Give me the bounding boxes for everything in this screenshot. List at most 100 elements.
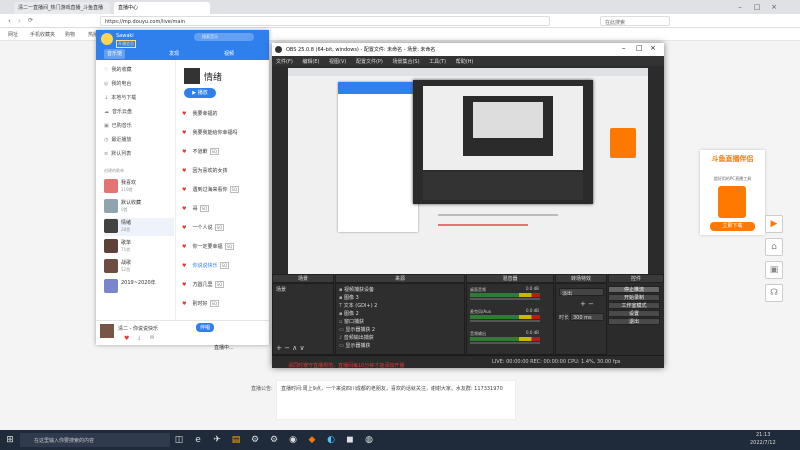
- heart-icon[interactable]: ♥: [182, 168, 186, 174]
- playlist-item[interactable]: 歌单 75首: [104, 238, 174, 256]
- menu-edit[interactable]: 编辑(E): [302, 59, 319, 65]
- heart-icon[interactable]: ♥: [124, 335, 129, 342]
- sidebar-item-favorites[interactable]: ♡ 我的收藏: [104, 66, 132, 76]
- menu-profile[interactable]: 配置文件(P): [356, 59, 383, 65]
- taskbar-search-input[interactable]: 在这里输入你要搜索的内容: [20, 433, 170, 447]
- screen-icon[interactable]: ▣: [765, 261, 783, 279]
- tab-discover[interactable]: 发现: [166, 49, 182, 59]
- heart-icon[interactable]: ♥: [182, 225, 186, 231]
- browser-tab-active[interactable]: 直播中心: [114, 2, 210, 14]
- douyu-promo-card[interactable]: 斗鱼直播伴侣 超好用的PC直播工具 立即下载: [700, 150, 765, 235]
- heart-icon[interactable]: ♥: [182, 130, 186, 136]
- heart-icon[interactable]: ♥: [182, 301, 186, 307]
- playlist-item[interactable]: 默认收藏 0首: [104, 198, 174, 216]
- heart-icon[interactable]: ♥: [182, 282, 186, 288]
- clock-time[interactable]: 21:13: [756, 432, 770, 438]
- playlist-item[interactable]: 我喜欢 119首: [104, 178, 174, 196]
- task-view-icon[interactable]: ◫: [173, 434, 185, 446]
- plane-icon[interactable]: ✈: [211, 434, 223, 446]
- volume-slider[interactable]: [470, 298, 540, 300]
- song-row[interactable]: ♥ 我要幸福的: [182, 110, 218, 120]
- heart-icon[interactable]: ♥: [182, 111, 186, 117]
- close-icon[interactable]: ×: [650, 44, 656, 52]
- source-item[interactable]: ♪ 音频输出捕获: [339, 334, 374, 342]
- avatar[interactable]: [101, 33, 113, 45]
- bookmark-item[interactable]: 购物: [65, 31, 75, 38]
- browser-icon[interactable]: ◐: [325, 434, 337, 446]
- song-row[interactable]: ♥ 遇到过海来看你 SQ: [182, 186, 240, 196]
- steam-icon[interactable]: ⚙: [249, 434, 261, 446]
- vip-badge[interactable]: 开通会员: [116, 40, 136, 48]
- volume-slider[interactable]: [470, 320, 540, 322]
- source-item[interactable]: T 文本 (GDI+) 2: [339, 302, 377, 310]
- song-row[interactable]: ♥ 我要我能给你幸福吗: [182, 129, 238, 139]
- record-icon[interactable]: ◉: [287, 434, 299, 446]
- song-row[interactable]: ♥ 哥 SQ: [182, 205, 210, 215]
- start-recording-button[interactable]: 开始录制: [608, 294, 660, 301]
- sidebar-item-local[interactable]: ↓ 本地与下载: [104, 94, 136, 104]
- download-icon[interactable]: ⤓: [138, 335, 140, 341]
- play-all-button[interactable]: ▶ 播放: [184, 88, 216, 98]
- add-icon[interactable]: + −: [580, 300, 594, 308]
- headset-icon[interactable]: ☊: [765, 284, 783, 302]
- obs-icon[interactable]: ◍: [363, 434, 375, 446]
- sidebar-item-default[interactable]: ≡ 默认列表: [104, 150, 131, 160]
- menu-view[interactable]: 视图(V): [329, 59, 346, 65]
- source-item[interactable]: ▪ 视频捕获设备: [339, 286, 374, 294]
- transition-select[interactable]: 淡出: [559, 288, 604, 297]
- close-icon[interactable]: ×: [769, 2, 779, 12]
- source-item[interactable]: ▭ 显示器捕获 2: [339, 326, 375, 334]
- folder-icon[interactable]: ▤: [230, 434, 242, 446]
- bookmark-item[interactable]: 网址: [8, 31, 18, 38]
- tab-music-hall[interactable]: 音乐馆: [104, 49, 126, 59]
- source-item[interactable]: ▪ 图像 3: [339, 294, 359, 302]
- refresh-icon[interactable]: ⟳: [28, 17, 33, 24]
- sidebar-item-cloud[interactable]: ☁ 音乐云盘: [104, 108, 132, 118]
- back-icon[interactable]: ‹: [8, 17, 11, 25]
- playlist-item[interactable]: 战歌 52首: [104, 258, 174, 276]
- heart-icon[interactable]: ♥: [182, 187, 186, 193]
- song-row[interactable]: ♥ 因为喜欢的女孩: [182, 167, 228, 177]
- obs-preview[interactable]: [288, 68, 648, 274]
- exit-button[interactable]: 退出: [608, 318, 660, 325]
- play-icon[interactable]: ▶: [765, 215, 783, 233]
- source-item[interactable]: ▭ 显示器捕获: [339, 342, 370, 350]
- tab-video[interactable]: 视频: [221, 49, 237, 59]
- minimize-icon[interactable]: –: [622, 44, 626, 52]
- user-name[interactable]: Sawaki: [116, 33, 134, 39]
- settings-icon[interactable]: ⚙: [268, 434, 280, 446]
- home-icon[interactable]: ⌂: [765, 238, 783, 256]
- browser-search-input[interactable]: 在此搜索: [600, 16, 670, 26]
- stop-streaming-button[interactable]: 停止推流: [608, 286, 660, 293]
- music-search-input[interactable]: 搜索音乐: [194, 33, 254, 41]
- minimize-icon[interactable]: –: [735, 2, 745, 12]
- song-row[interactable]: ♥ 不道歉 SQ: [182, 148, 220, 158]
- song-row[interactable]: ♥ 方圆几里 SQ: [182, 281, 225, 291]
- add-icon[interactable]: + − ∧ ∨: [276, 344, 305, 352]
- heart-icon[interactable]: ♥: [182, 244, 186, 250]
- bookmark-item[interactable]: 手机收藏夹: [30, 31, 55, 38]
- comment-icon[interactable]: ✉: [150, 335, 154, 341]
- promo-download-button[interactable]: 立即下载: [710, 222, 755, 231]
- menu-tools[interactable]: 工具(T): [429, 59, 446, 65]
- sidebar-item-purchased[interactable]: ▣ 已购音乐: [104, 122, 132, 132]
- url-input[interactable]: https://mp.douyu.com/live/main: [100, 16, 550, 26]
- douyu-icon[interactable]: ◆: [306, 434, 318, 446]
- notice-box[interactable]: 直播公告: 直播时间:周上9点，一个来说四川成都的老朋友，喜欢的话就关注，谢谢大…: [251, 380, 516, 420]
- source-item[interactable]: ▫ 窗口捕获: [339, 318, 364, 326]
- edge-icon[interactable]: e: [192, 434, 204, 446]
- browser-tab[interactable]: 清二一直播间_热门游戏直播_斗鱼直播: [14, 2, 110, 14]
- maximize-icon[interactable]: □: [636, 44, 643, 52]
- playlist-item-active[interactable]: 情绪 28首: [104, 218, 174, 236]
- clock-date[interactable]: 2022/7/12: [750, 440, 776, 446]
- song-row[interactable]: ♥ 别时好 SQ: [182, 300, 220, 310]
- playlist-item[interactable]: 2019~2020年: [104, 278, 174, 296]
- menu-scene-collection[interactable]: 场景集合(S): [392, 59, 419, 65]
- heart-icon[interactable]: ♥: [182, 263, 186, 269]
- forward-icon[interactable]: ›: [18, 17, 21, 25]
- maximize-icon[interactable]: □: [752, 2, 762, 12]
- duration-input[interactable]: 300 ms: [570, 313, 604, 321]
- heart-icon[interactable]: ♥: [182, 206, 186, 212]
- studio-mode-button[interactable]: 工作室模式: [608, 302, 660, 309]
- accompany-button[interactable]: 伴唱: [196, 323, 215, 332]
